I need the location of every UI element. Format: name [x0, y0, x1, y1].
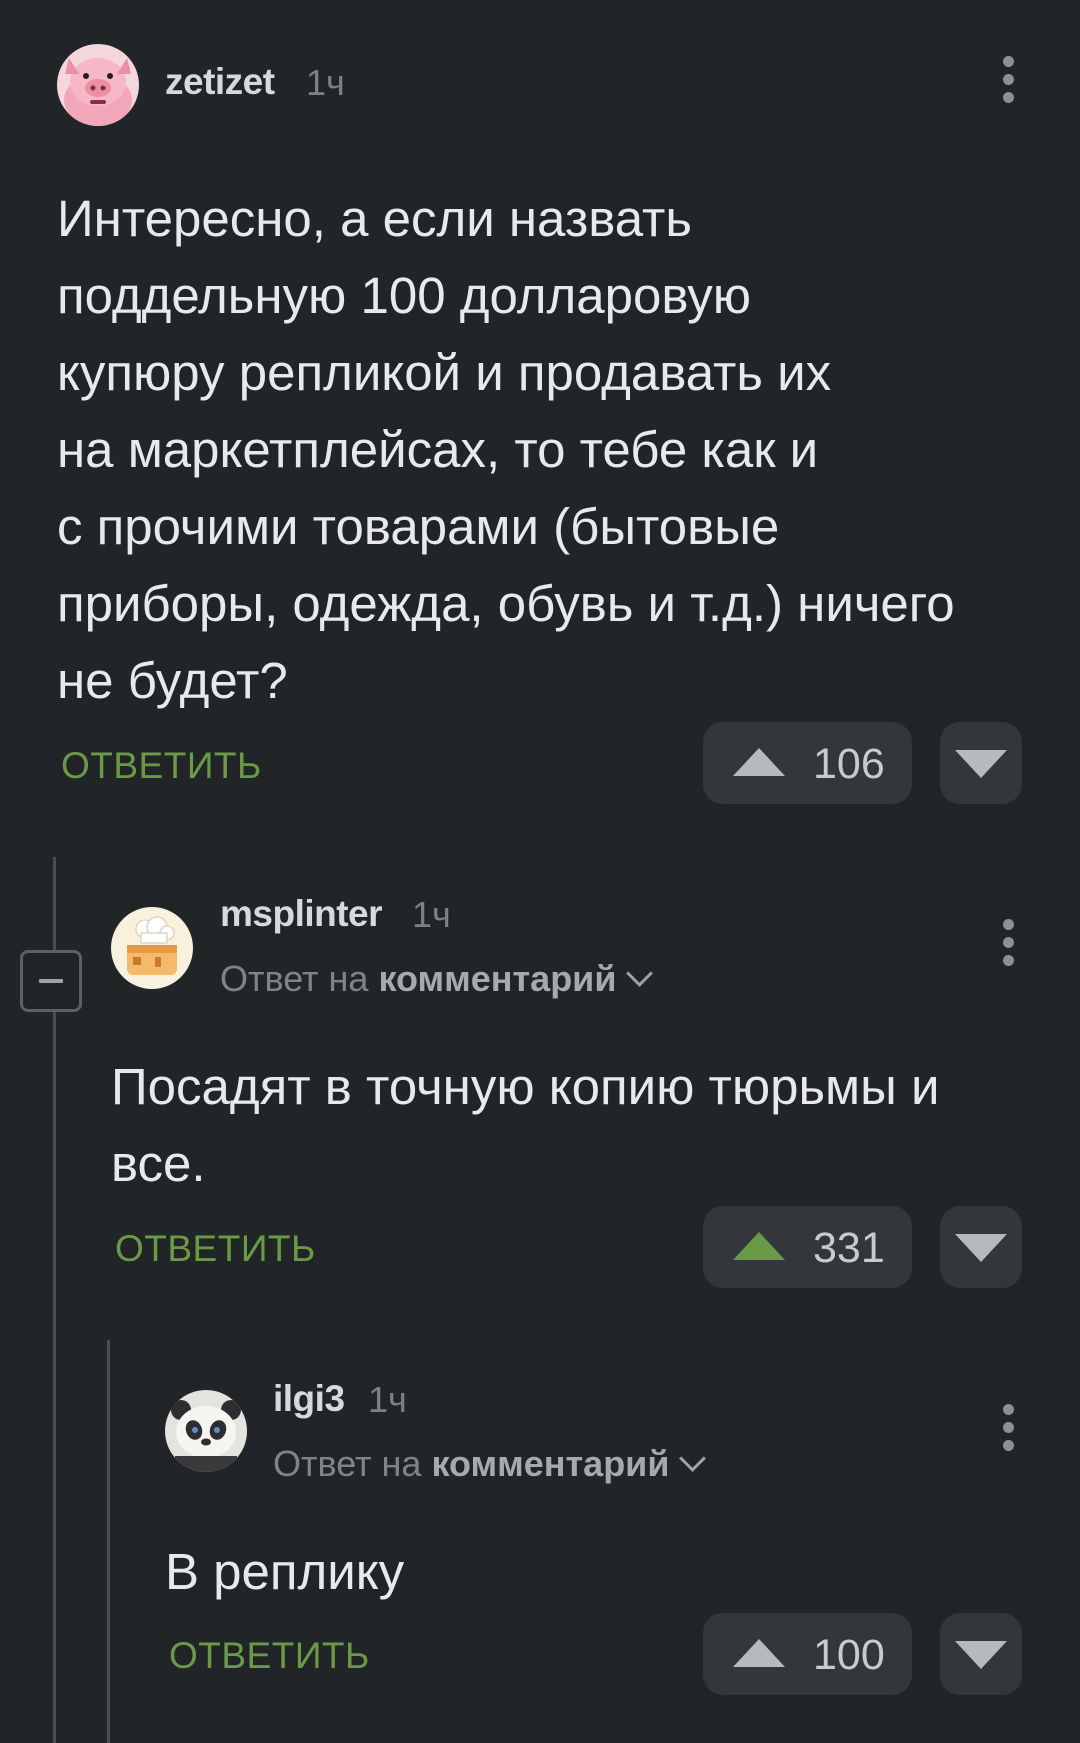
chevron-down-icon: [679, 1445, 707, 1472]
rating-count: 331: [813, 1224, 885, 1272]
thread-line-level-2: [107, 1340, 110, 1743]
pig-avatar-icon[interactable]: [57, 44, 139, 126]
upvote-arrow-icon: [733, 1232, 785, 1260]
reply-to-target: комментарий: [431, 1443, 670, 1484]
reply-to-link[interactable]: Ответ на комментарий: [220, 958, 654, 1000]
downvote-button[interactable]: [940, 1206, 1022, 1288]
upvote-button[interactable]: 106: [703, 722, 912, 804]
downvote-arrow-icon: [955, 1234, 1007, 1262]
downvote-button[interactable]: [940, 1613, 1022, 1695]
reply-button[interactable]: ОТВЕТИТЬ: [169, 1635, 370, 1677]
upvote-button[interactable]: 100: [703, 1613, 912, 1695]
upvote-button[interactable]: 331: [703, 1206, 912, 1288]
username[interactable]: zetizet: [165, 61, 275, 103]
reply-to-target: комментарий: [378, 958, 617, 999]
downvote-arrow-icon: [955, 750, 1007, 778]
reply-to-prefix: Ответ на: [273, 1443, 422, 1484]
comment-text: Посадят в точную копию тюрьмы и все.: [111, 1058, 940, 1192]
upvote-arrow-icon: [733, 748, 785, 776]
panda-avatar-icon[interactable]: [165, 1390, 247, 1472]
username[interactable]: ilgi3: [273, 1378, 345, 1420]
more-options-icon[interactable]: [988, 1398, 1028, 1458]
downvote-arrow-icon: [955, 1641, 1007, 1669]
more-options-icon[interactable]: [988, 913, 1028, 973]
rating-count: 106: [813, 740, 885, 788]
reply-to-prefix: Ответ на: [220, 958, 369, 999]
collapse-thread-button[interactable]: [20, 950, 82, 1012]
reply-to-link[interactable]: Ответ на комментарий: [273, 1443, 707, 1485]
reply-button[interactable]: ОТВЕТИТЬ: [115, 1228, 316, 1270]
comment-text: Интересно, а если назвать поддельную 100…: [57, 190, 955, 709]
chef-avatar-icon[interactable]: [111, 907, 193, 989]
username[interactable]: msplinter: [220, 893, 383, 935]
upvote-arrow-icon: [733, 1639, 785, 1667]
downvote-button[interactable]: [940, 722, 1022, 804]
reply-button[interactable]: ОТВЕТИТЬ: [61, 745, 262, 787]
comment-time: 1ч: [368, 1379, 407, 1420]
chevron-down-icon: [626, 960, 654, 987]
more-options-icon[interactable]: [988, 50, 1028, 110]
comment-time: 1ч: [412, 894, 451, 935]
comment-text: В реплику: [165, 1543, 405, 1600]
comment-time: 1ч: [306, 62, 345, 103]
rating-count: 100: [813, 1631, 885, 1679]
